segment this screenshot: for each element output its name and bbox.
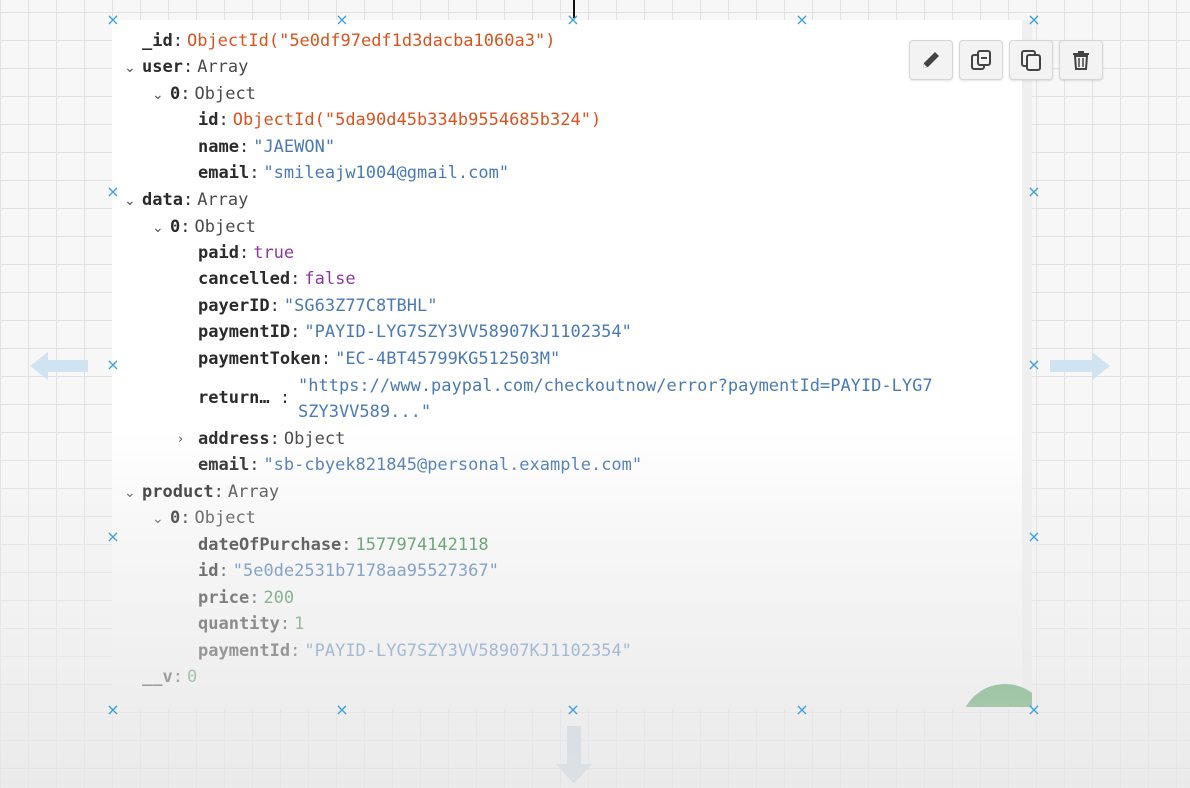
field-row-id[interactable]: _id: ObjectId("5e0df97edf1d3dacba1060a3") — [142, 30, 555, 52]
document-toolbar — [909, 40, 1103, 80]
trash-icon — [1073, 51, 1089, 70]
arrow-down-icon[interactable] — [556, 726, 592, 784]
field-row-data-email[interactable]: email: "sb-cbyek821845@personal.example.c… — [198, 454, 642, 476]
field-row-user-email[interactable]: email: "smileajw1004@gmail.com" — [198, 162, 509, 184]
resize-handle[interactable]: × — [106, 357, 120, 373]
resize-handle[interactable]: × — [566, 702, 580, 718]
field-row-dateofpurchase[interactable]: dateOfPurchase: 1577974142118 — [198, 534, 489, 556]
field-row-address[interactable]: address: Object — [198, 428, 345, 450]
resize-handle[interactable]: × — [106, 184, 120, 200]
field-row-price[interactable]: price: 200 — [198, 587, 294, 609]
field-row-product[interactable]: product: Array — [142, 481, 279, 503]
chevron-down-icon[interactable]: ⌄ — [124, 193, 136, 209]
chevron-down-icon[interactable]: ⌄ — [152, 87, 164, 103]
arrow-left-icon[interactable] — [30, 352, 90, 380]
return-url-value-line1: "https://www.paypal.com/checkoutnow/erro… — [298, 376, 933, 396]
field-row-data[interactable]: data: Array — [142, 189, 248, 211]
clone-document-button[interactable] — [959, 40, 1003, 80]
resize-handle[interactable]: × — [1027, 529, 1041, 545]
resize-handle[interactable]: × — [335, 12, 349, 28]
field-row-user-id[interactable]: id: ObjectId("5da90d45b334b9554685b324") — [198, 109, 601, 131]
field-row-product-0[interactable]: 0: Object — [170, 507, 256, 529]
resize-handle[interactable]: × — [795, 12, 809, 28]
resize-handle[interactable]: × — [335, 702, 349, 718]
resize-handle[interactable]: × — [106, 12, 120, 28]
delete-document-button[interactable] — [1059, 40, 1103, 80]
resize-handle[interactable]: × — [106, 702, 120, 718]
field-row-cancelled[interactable]: cancelled: false — [198, 268, 356, 290]
field-row-user-0[interactable]: 0: Object — [170, 83, 256, 105]
resize-handle[interactable]: × — [1027, 184, 1041, 200]
resize-handle[interactable]: × — [566, 12, 580, 28]
field-value: ObjectId("5e0df97edf1d3dacba1060a3") — [186, 31, 556, 51]
field-row-payerid[interactable]: payerID: "SG63Z77C8TBHL" — [198, 295, 437, 317]
chevron-down-icon[interactable]: ⌄ — [152, 511, 164, 527]
field-row-user-name[interactable]: name: "JAEWON" — [198, 136, 335, 158]
field-row-product-id[interactable]: id: "5e0de2531b7178aa95527367" — [198, 560, 499, 582]
resize-handle[interactable]: × — [106, 529, 120, 545]
chevron-down-icon[interactable]: ⌄ — [124, 485, 136, 501]
arrow-right-icon[interactable] — [1048, 352, 1110, 380]
resize-handle[interactable]: × — [795, 702, 809, 718]
resize-handle[interactable]: × — [1027, 702, 1041, 718]
document-card: _id: ObjectId("5e0df97edf1d3dacba1060a3")… — [112, 20, 1103, 710]
chevron-down-icon[interactable]: ⌄ — [152, 220, 164, 236]
return-url-value-line2: SZY3VV589..." — [298, 402, 432, 422]
field-row-user[interactable]: user: Array — [142, 56, 248, 78]
field-row-v[interactable]: __v: 0 — [142, 666, 197, 688]
field-key: _id — [142, 31, 173, 51]
field-row-data-0[interactable]: 0: Object — [170, 216, 256, 238]
copy-icon — [1021, 50, 1041, 71]
field-row-paid[interactable]: paid: true — [198, 242, 294, 264]
clone-icon — [971, 50, 991, 70]
pencil-icon — [923, 52, 939, 68]
field-row-paymentid[interactable]: paymentID: "PAYID-LYG7SZY3VV58907KJ110235… — [198, 321, 632, 343]
green-action-button[interactable] — [950, 660, 1032, 707]
chevron-right-icon[interactable]: › — [178, 432, 183, 447]
resize-handle[interactable]: × — [1027, 12, 1041, 28]
field-row-product-paymentid[interactable]: paymentId: "PAYID-LYG7SZY3VV58907KJ110235… — [198, 640, 632, 662]
field-row-paymenttoken[interactable]: paymentToken: "EC-4BT45799KG512503M" — [198, 348, 560, 370]
copy-document-button[interactable] — [1009, 40, 1053, 80]
field-row-quantity[interactable]: quantity: 1 — [198, 613, 304, 635]
chevron-down-icon[interactable]: ⌄ — [124, 60, 136, 76]
edit-document-button[interactable] — [909, 40, 953, 80]
field-row-return-url[interactable]: return… : — [198, 387, 294, 409]
resize-handle[interactable]: × — [1027, 357, 1041, 373]
